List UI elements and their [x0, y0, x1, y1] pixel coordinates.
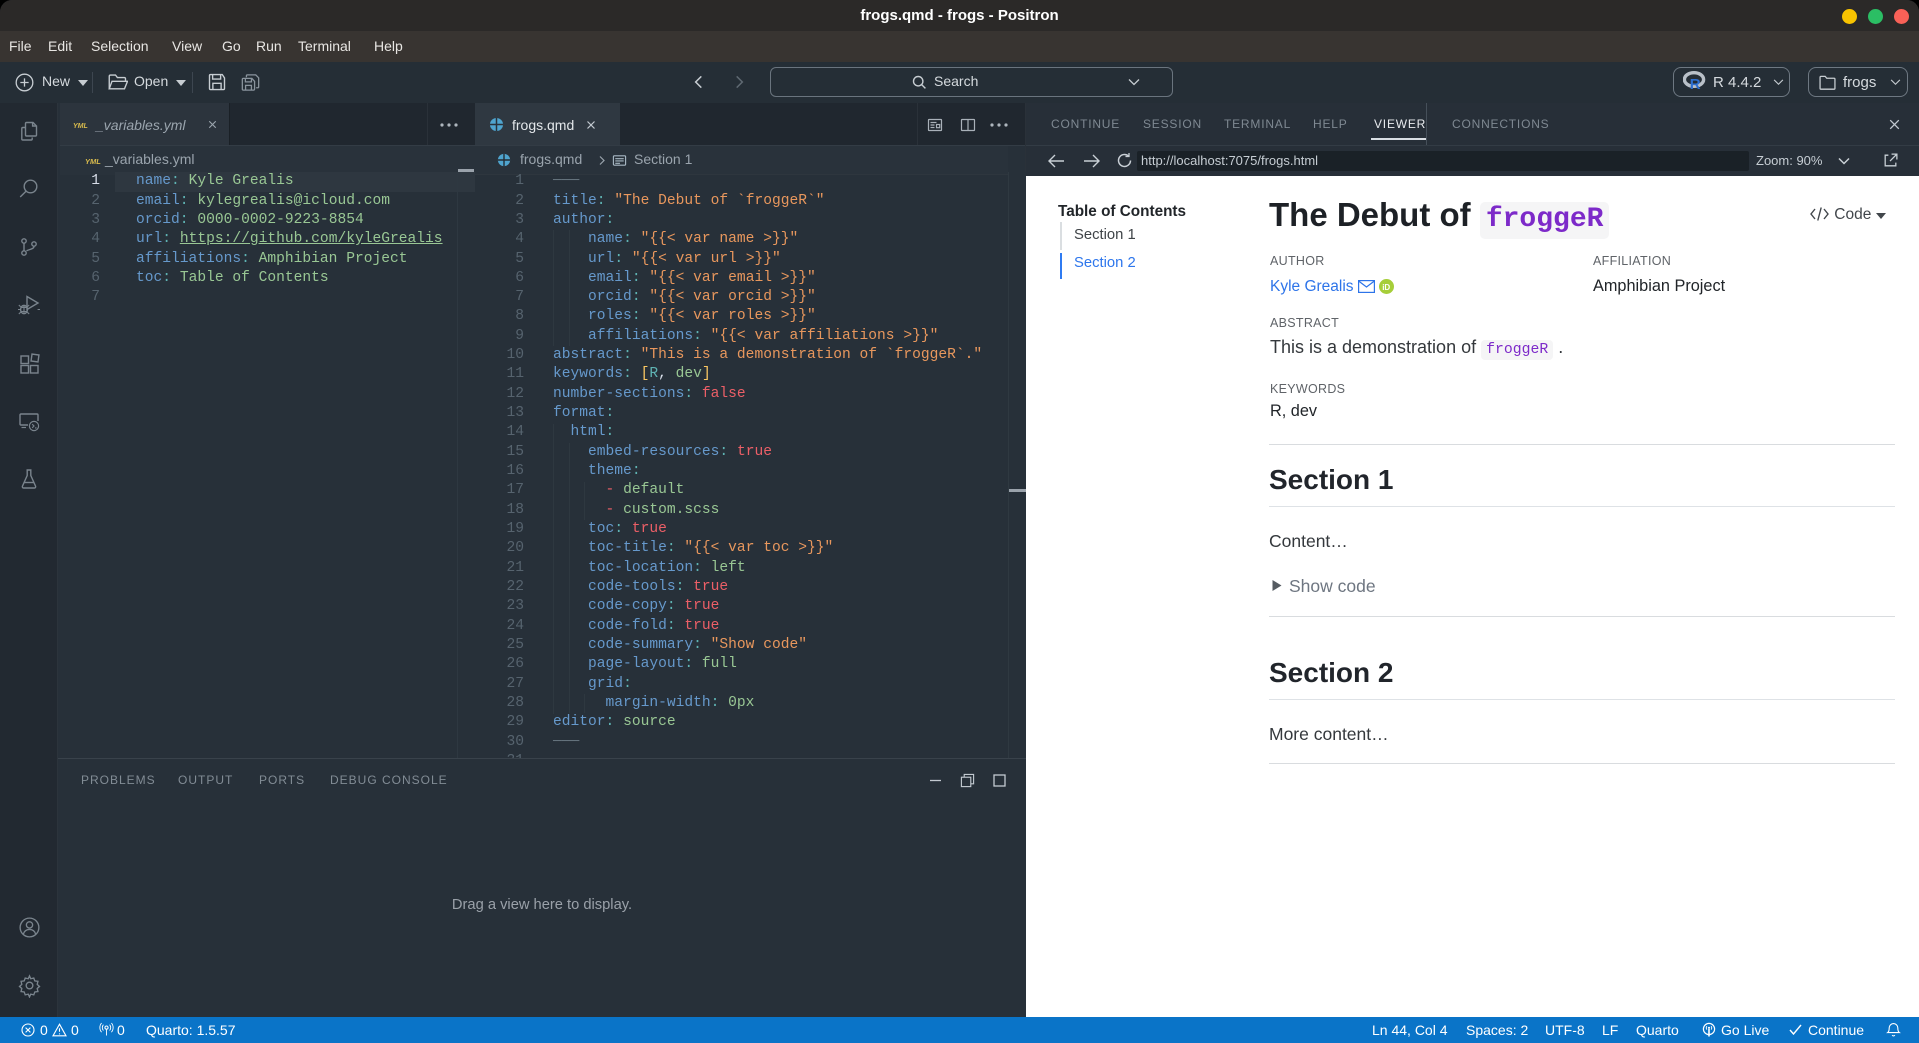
- svg-text:YML: YML: [85, 157, 101, 166]
- svg-text:iD: iD: [1382, 283, 1390, 292]
- svg-text:R: R: [1690, 76, 1701, 91]
- svg-text:YML: YML: [73, 123, 88, 130]
